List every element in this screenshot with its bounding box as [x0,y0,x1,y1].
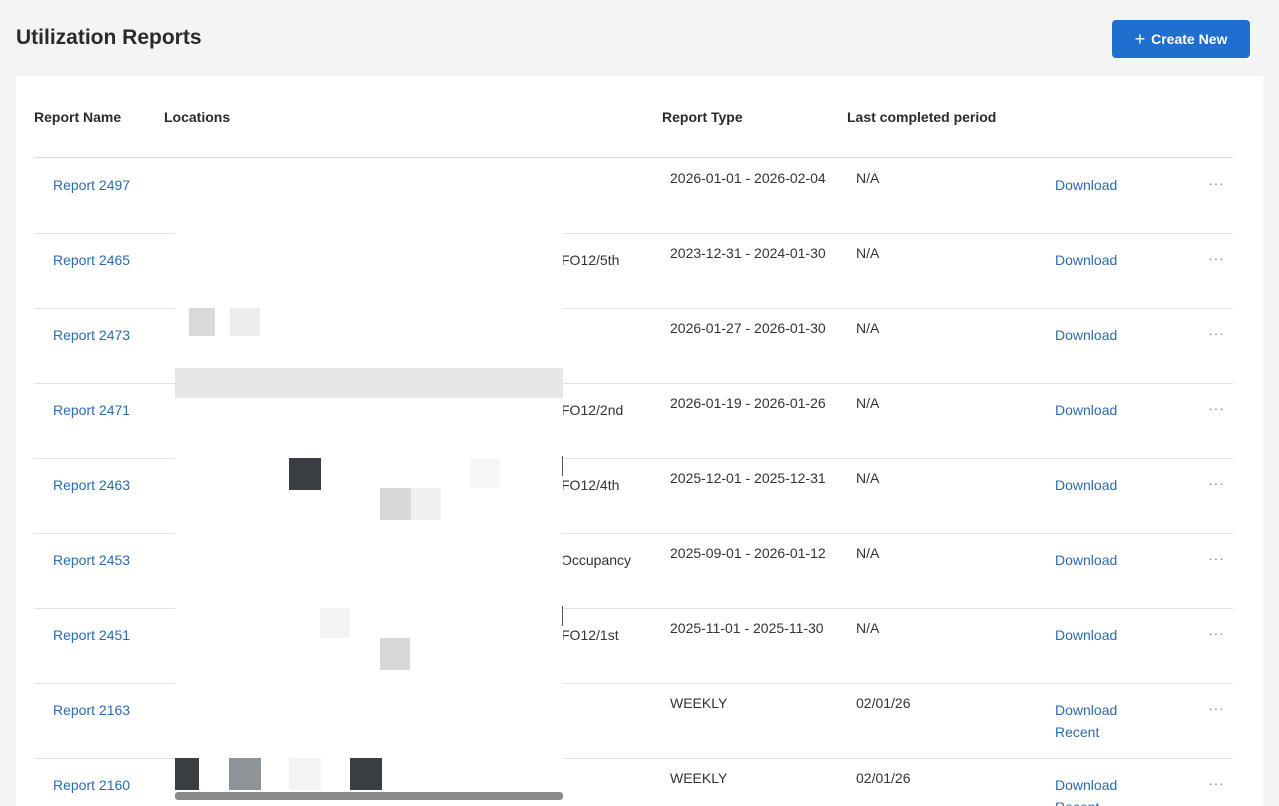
more-options-icon[interactable]: ··· [1208,322,1228,344]
report-name-link[interactable]: Report 2473 [53,324,143,346]
report-type: 2025-09-01 - 2026-01-12 [670,545,826,561]
last-completed-period: N/A [856,620,880,636]
create-new-button[interactable]: + Create New [1112,20,1250,58]
more-options-icon[interactable]: ··· [1208,247,1228,269]
download-link[interactable]: Download [1055,399,1165,421]
last-completed-period: N/A [856,545,880,561]
more-options-icon[interactable]: ··· [1208,772,1228,794]
download-link[interactable]: Download Recent [1055,774,1165,806]
last-completed-period: N/A [856,170,880,186]
report-location: FO12/5th [561,252,620,268]
last-completed-period: 02/01/26 [856,695,911,711]
report-name-link[interactable]: Report 2465 [53,249,143,271]
report-type: WEEKLY [670,770,728,786]
page: Utilization Reports + Create New Report … [0,0,1279,806]
page-title: Utilization Reports [16,26,202,49]
plus-icon: + [1134,29,1146,49]
redacted-locations-area [175,158,563,806]
report-name-link[interactable]: Report 2463 [53,474,143,496]
report-type: 2023-12-31 - 2024-01-30 [670,245,826,261]
column-resize-handle[interactable] [562,456,563,476]
download-link[interactable]: Download [1055,549,1165,571]
report-type: WEEKLY [670,695,728,711]
report-name-link[interactable]: Report 2160 [53,774,143,796]
reports-table-card: Report Name Locations Report Type Last c… [16,76,1263,806]
download-link[interactable]: Download [1055,174,1165,196]
report-type: 2025-12-01 - 2025-12-31 [670,470,826,486]
report-type: 2026-01-19 - 2026-01-26 [670,395,826,411]
header-locations[interactable]: Locations [164,106,230,128]
header-last-completed[interactable]: Last completed period [847,106,997,128]
download-link[interactable]: Download [1055,324,1165,346]
more-options-icon[interactable]: ··· [1208,472,1228,494]
report-location: FO12/2nd [561,402,624,418]
more-options-icon[interactable]: ··· [1208,697,1228,719]
last-completed-period: N/A [856,395,880,411]
report-location: FO12/4th [561,477,620,493]
report-name-link[interactable]: Report 2453 [53,549,143,571]
last-completed-period: 02/01/26 [856,770,911,786]
download-link[interactable]: Download [1055,624,1165,646]
more-options-icon[interactable]: ··· [1208,172,1228,194]
header-report-type[interactable]: Report Type [662,106,743,128]
last-completed-period: N/A [856,470,880,486]
create-new-label: Create New [1151,31,1228,47]
report-location: Occupancy [561,552,632,568]
more-options-icon[interactable]: ··· [1208,547,1228,569]
download-link[interactable]: Download [1055,474,1165,496]
report-type: 2025-11-01 - 2025-11-30 [670,620,824,636]
download-link[interactable]: Download Recent [1055,699,1165,743]
download-link[interactable]: Download [1055,249,1165,271]
report-name-link[interactable]: Report 2163 [53,699,143,721]
report-name-link[interactable]: Report 2471 [53,399,143,421]
report-type: 2026-01-27 - 2026-01-30 [670,320,826,336]
report-name-link[interactable]: Report 2451 [53,624,143,646]
report-location: FO12/1st [561,627,619,643]
last-completed-period: N/A [856,320,880,336]
header-report-name[interactable]: Report Name [34,106,121,128]
column-resize-handle[interactable] [562,606,563,626]
more-options-icon[interactable]: ··· [1208,622,1228,644]
report-type: 2026-01-01 - 2026-02-04 [670,170,826,186]
more-options-icon[interactable]: ··· [1208,397,1228,419]
last-completed-period: N/A [856,245,880,261]
report-name-link[interactable]: Report 2497 [53,174,143,196]
horizontal-scrollbar[interactable] [175,792,563,800]
